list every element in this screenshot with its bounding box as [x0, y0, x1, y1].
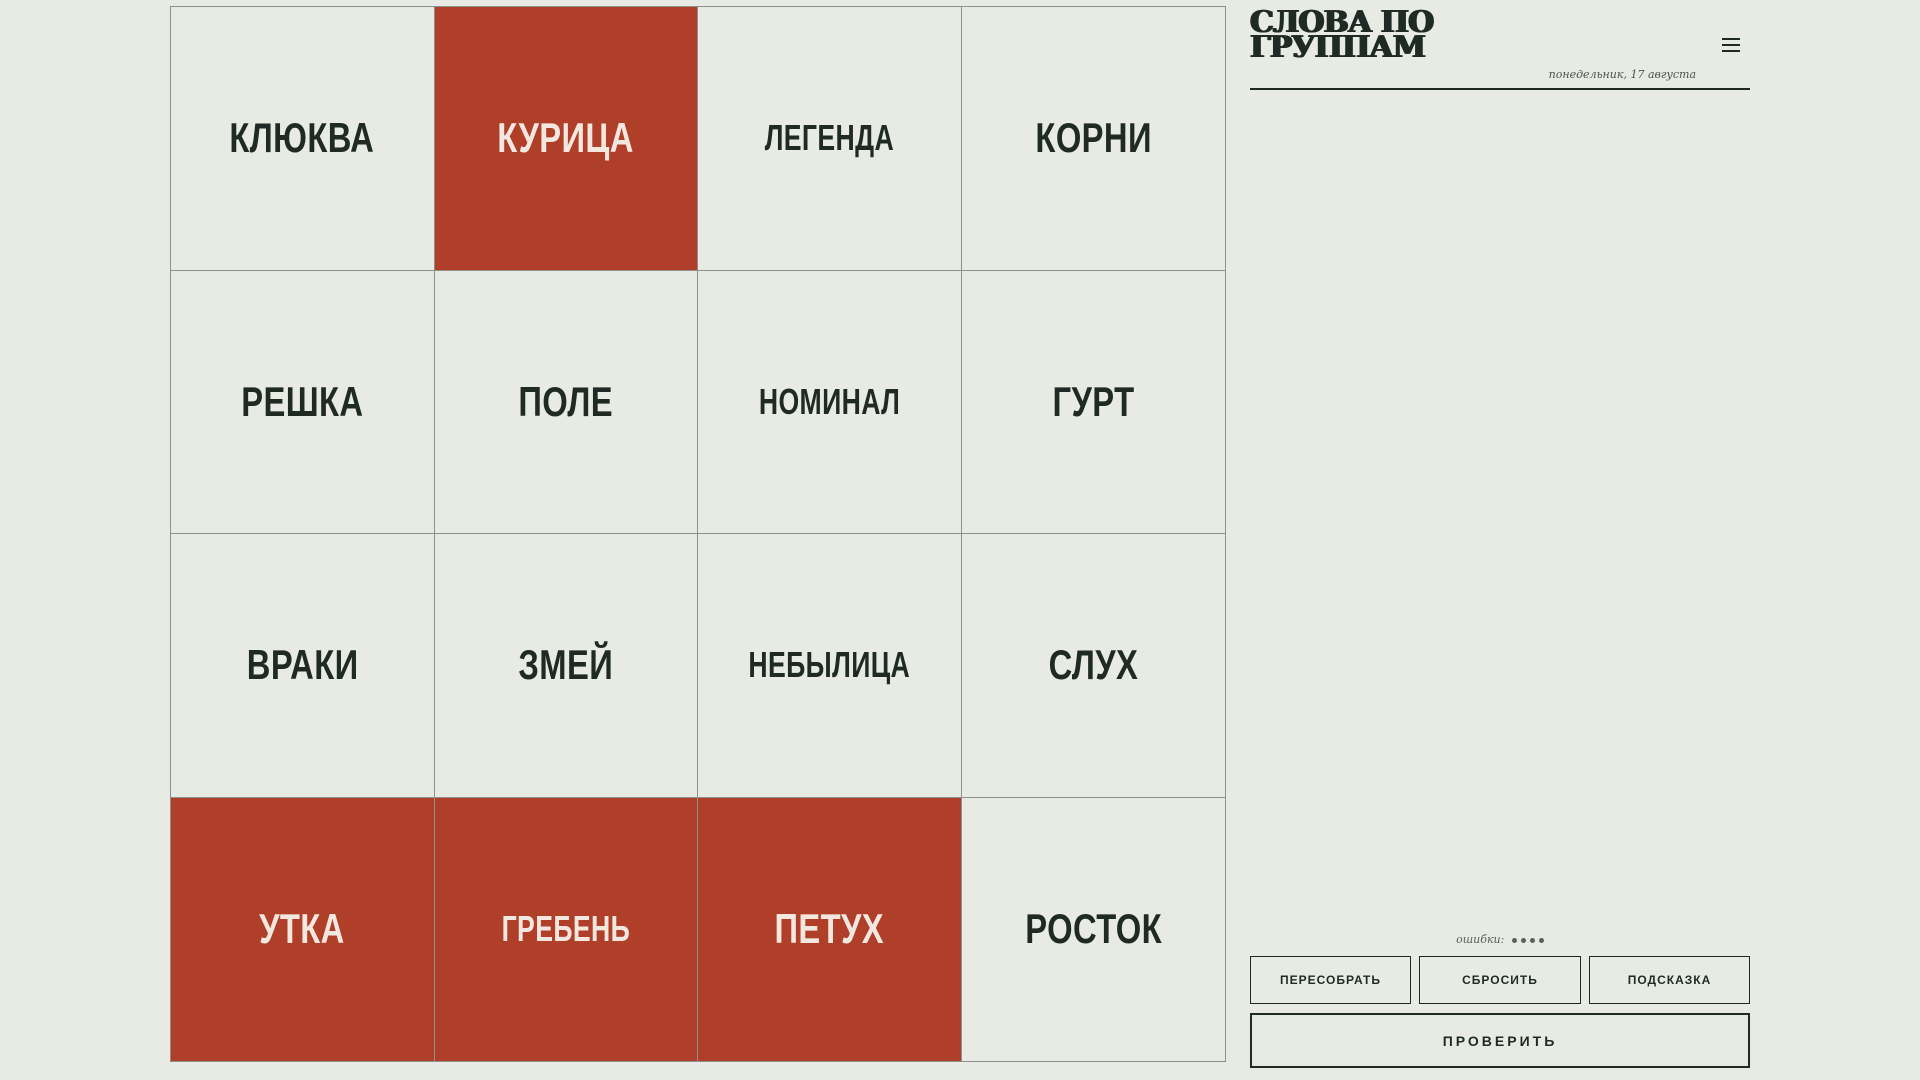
word-tile[interactable]: КОРНИ — [961, 7, 1225, 271]
check-button[interactable]: ПРОВЕРИТЬ — [1250, 1013, 1750, 1068]
word-tile[interactable]: КУРИЦА — [434, 7, 698, 271]
game-logo: СЛОВА ПО ГРУППАМ — [1250, 8, 1510, 65]
game-title-line2: ГРУППАМ — [1250, 30, 1426, 65]
mistake-dot — [1520, 937, 1526, 943]
word-tile[interactable]: РЕШКА — [171, 270, 435, 534]
side-panel: СЛОВА ПО ГРУППАМ понедельник, 17 августа… — [1250, 0, 1750, 1080]
tile-word: РЕШКА — [241, 377, 364, 425]
tile-word: ПОЛЕ — [518, 377, 614, 425]
hamburger-menu-icon[interactable] — [1722, 38, 1740, 52]
mistake-dot — [1538, 937, 1544, 943]
tile-word: ПЕТУХ — [774, 905, 885, 953]
word-tile[interactable]: ЛЕГЕНДА — [698, 7, 962, 271]
word-tile[interactable]: ГРЕБЕНЬ — [434, 797, 698, 1061]
word-tile[interactable]: ЗМЕЙ — [434, 534, 698, 798]
mistakes-label: ошибки: — [1456, 933, 1505, 946]
tile-word: РОСТОК — [1024, 905, 1162, 953]
tile-word: КЛЮКВА — [229, 114, 375, 162]
tile-word: КУРИЦА — [497, 114, 635, 162]
tile-word: НЕБЫЛИЦА — [748, 644, 911, 686]
word-tile[interactable]: ГУРТ — [961, 270, 1225, 534]
tile-word: НОМИНАЛ — [758, 380, 900, 422]
tile-word: ВРАКИ — [246, 641, 359, 689]
word-tile[interactable]: ВРАКИ — [171, 534, 435, 798]
shuffle-button[interactable]: ПЕРЕСОБРАТЬ — [1250, 956, 1411, 1004]
tile-word: ГРЕБЕНЬ — [501, 908, 631, 950]
word-tile[interactable]: ПЕТУХ — [698, 797, 962, 1061]
word-board: КЛЮКВА КУРИЦА ЛЕГЕНДА КОРНИ РЕШКА ПОЛЕ НОМИНАЛ… — [170, 6, 1226, 1062]
hint-button[interactable]: ПОДСКАЗКА — [1589, 956, 1750, 1004]
word-tile[interactable]: ПОЛЕ — [434, 270, 698, 534]
mistake-dot — [1511, 937, 1517, 943]
header: СЛОВА ПО ГРУППАМ понедельник, 17 августа — [1250, 0, 1750, 90]
word-tile[interactable]: СЛУХ — [961, 534, 1225, 798]
tile-word: СЛУХ — [1048, 641, 1139, 689]
mistakes-counter: ошибки: — [1250, 933, 1750, 946]
tile-word: УТКА — [259, 905, 346, 953]
tile-word: КОРНИ — [1035, 114, 1152, 162]
mistakes-dots — [1508, 933, 1544, 946]
tile-word: ЗМЕЙ — [518, 641, 614, 689]
reset-button[interactable]: СБРОСИТЬ — [1419, 956, 1581, 1004]
word-tile[interactable]: НЕБЫЛИЦА — [698, 534, 962, 798]
tile-word: ЛЕГЕНДА — [764, 117, 894, 159]
tile-word: ГУРТ — [1052, 377, 1135, 425]
mistake-dot — [1529, 937, 1535, 943]
word-tile[interactable]: УТКА — [171, 797, 435, 1061]
word-tile[interactable]: КЛЮКВА — [171, 7, 435, 271]
word-tile[interactable]: НОМИНАЛ — [698, 270, 962, 534]
puzzle-date: понедельник, 17 августа — [1548, 68, 1696, 81]
word-tile[interactable]: РОСТОК — [961, 797, 1225, 1061]
